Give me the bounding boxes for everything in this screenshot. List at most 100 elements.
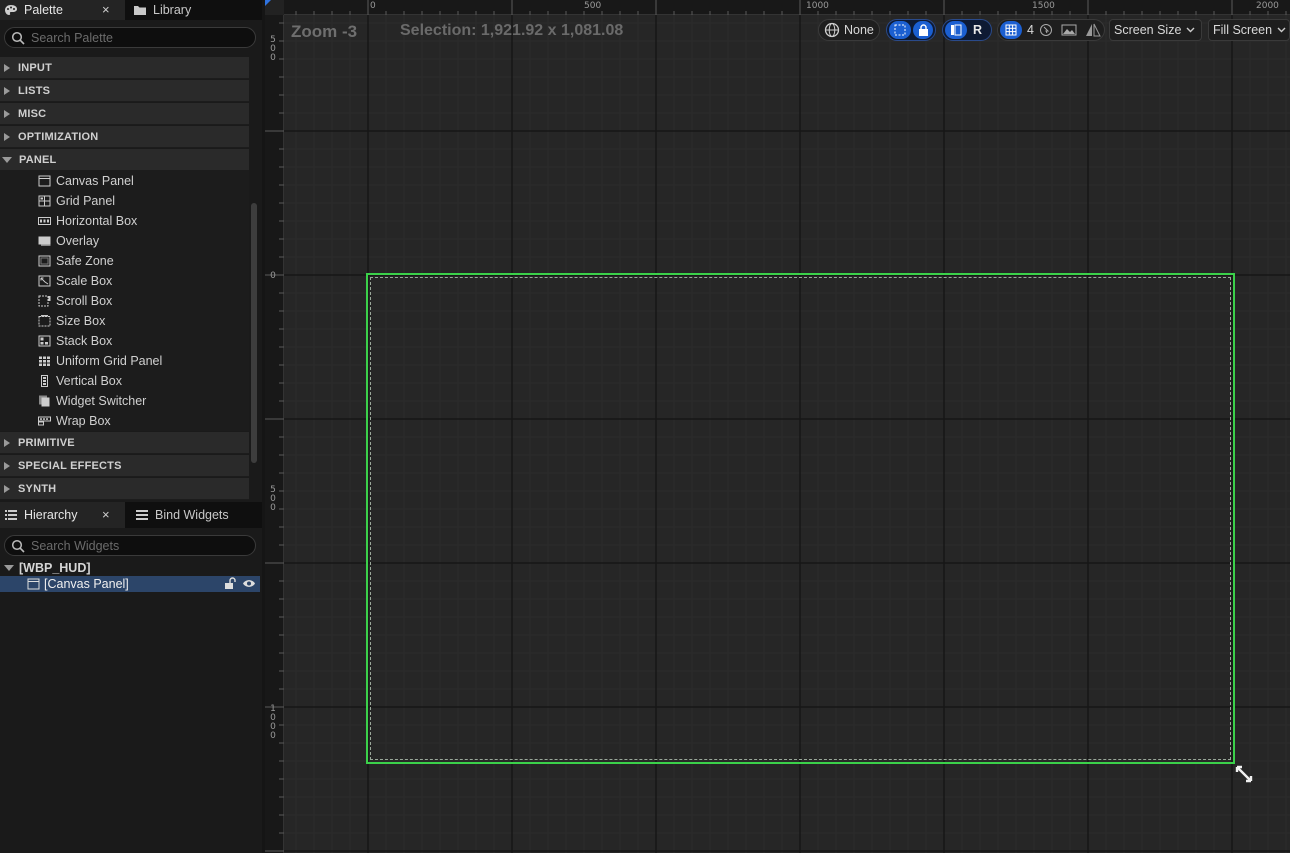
- category-optimization[interactable]: OPTIMIZATION: [0, 126, 249, 148]
- canvas-panel-selection[interactable]: [366, 273, 1235, 764]
- scale-box-icon: [38, 275, 51, 287]
- hierarchy-root-label: [WBP_HUD]: [19, 561, 91, 575]
- screen-size-dropdown[interactable]: Screen Size: [1109, 19, 1202, 41]
- wrap-box-icon: [38, 416, 51, 426]
- resize-handle-icon[interactable]: [1235, 765, 1253, 783]
- r-toggle[interactable]: R: [973, 23, 982, 37]
- category-input[interactable]: INPUT: [0, 57, 249, 79]
- ruler-top-label: 0: [370, 1, 376, 11]
- palette-icon: [5, 5, 17, 15]
- hierarchy-child-label: [Canvas Panel]: [44, 577, 129, 591]
- category-synth[interactable]: SYNTH: [0, 478, 249, 500]
- ruler-top-ticks: [295, 0, 1287, 15]
- grid-snap-group[interactable]: 4: [997, 19, 1105, 41]
- layout-transform-group[interactable]: R: [942, 19, 992, 41]
- ruler-top: 0 500 1000 1500 2000: [284, 0, 1290, 15]
- hierarchy-icon: [5, 510, 17, 520]
- palette-tabbar: Palette × Library: [0, 0, 262, 20]
- ruler-left-label: 0: [270, 271, 276, 281]
- category-panel[interactable]: PANEL: [0, 149, 249, 171]
- chevron-down-icon: [1186, 27, 1195, 33]
- uniform-grid-panel-icon: [39, 356, 50, 366]
- category-special-effects[interactable]: SPECIAL EFFECTS: [0, 455, 249, 477]
- close-icon[interactable]: ×: [102, 2, 110, 17]
- expand-arrow-icon: [4, 461, 10, 470]
- palette-item-wrap-box[interactable]: Wrap Box: [0, 411, 249, 431]
- horizontal-box-icon: [38, 217, 51, 225]
- category-lists[interactable]: LISTS: [0, 80, 249, 102]
- palette-item-grid-panel[interactable]: Grid Panel: [0, 191, 249, 211]
- palette-item-widget-switcher[interactable]: Widget Switcher: [0, 391, 249, 411]
- palette-item-vertical-box[interactable]: Vertical Box: [0, 371, 249, 391]
- palette-search-input[interactable]: [31, 29, 251, 46]
- expand-arrow-icon: [4, 63, 10, 72]
- close-icon[interactable]: ×: [102, 507, 110, 522]
- tab-palette[interactable]: Palette ×: [0, 0, 125, 20]
- palette-item-stack-box[interactable]: Stack Box: [0, 331, 249, 351]
- eye-icon[interactable]: [242, 578, 256, 589]
- canvas-panel-icon: [38, 175, 51, 187]
- ruler-top-label: 500: [584, 1, 602, 11]
- hierarchy-root-row[interactable]: [WBP_HUD]: [0, 560, 260, 576]
- category-misc[interactable]: MISC: [0, 103, 249, 125]
- ruler-top-label: 2000: [1256, 1, 1279, 11]
- tab-library-label: Library: [153, 3, 192, 17]
- selection-lock-group[interactable]: [886, 19, 936, 41]
- ruler-left-label: 500: [270, 35, 276, 63]
- ruler-top-label: 1500: [1032, 1, 1055, 11]
- overlay-icon: [38, 236, 51, 246]
- palette-item-canvas-panel[interactable]: Canvas Panel: [0, 171, 249, 191]
- vertical-box-icon: [41, 375, 48, 387]
- palette-item-scale-box[interactable]: Scale Box: [0, 271, 249, 291]
- scroll-box-icon: [38, 295, 51, 307]
- stack-box-icon: [38, 335, 51, 347]
- palette-search[interactable]: [4, 27, 256, 48]
- palette-item-scroll-box[interactable]: Scroll Box: [0, 291, 249, 311]
- lock-toggle[interactable]: [913, 21, 933, 39]
- safe-zone-icon: [38, 255, 51, 267]
- globe-icon: [824, 22, 840, 38]
- grid-snap-toggle[interactable]: [1000, 21, 1022, 39]
- location-toggle[interactable]: [945, 21, 967, 39]
- expand-arrow-icon: [4, 132, 10, 141]
- zoom-indicator: Zoom -3: [291, 22, 358, 41]
- tab-library[interactable]: Library: [127, 0, 262, 20]
- layout-icon: [951, 24, 962, 36]
- palette-item-horizontal-box[interactable]: Horizontal Box: [0, 211, 249, 231]
- localization-preview-button[interactable]: None: [818, 19, 880, 41]
- search-icon: [11, 31, 25, 45]
- size-box-icon: [38, 315, 51, 327]
- palette-item-uniform-grid-panel[interactable]: Uniform Grid Panel: [0, 351, 249, 371]
- hierarchy-search-input[interactable]: [31, 537, 251, 554]
- dpi-icon[interactable]: [1039, 23, 1053, 37]
- left-panel: Palette × Library INPUT LISTS MISC OPTIM…: [0, 0, 262, 853]
- ruler-left-label: 1000: [270, 704, 276, 741]
- ruler-top-label: 1000: [806, 1, 829, 11]
- grid-icon: [1005, 24, 1017, 36]
- flip-icon[interactable]: [1085, 23, 1101, 37]
- palette-scrollbar[interactable]: [251, 203, 257, 463]
- hierarchy-child-row[interactable]: [Canvas Panel]: [0, 576, 260, 592]
- expand-arrow-icon: [4, 86, 10, 95]
- hierarchy-search[interactable]: [4, 535, 256, 556]
- canvas-panel-icon: [27, 578, 40, 590]
- respect-locks-toggle[interactable]: [889, 21, 911, 39]
- palette-item-safe-zone[interactable]: Safe Zone: [0, 251, 249, 271]
- localization-label: None: [844, 23, 874, 37]
- screen-size-label: Screen Size: [1114, 23, 1182, 37]
- expand-arrow-icon: [4, 109, 10, 118]
- palette-item-size-box[interactable]: Size Box: [0, 311, 249, 331]
- category-primitive[interactable]: PRIMITIVE: [0, 432, 249, 454]
- canvas-panel-bounds: [370, 277, 1231, 760]
- tab-hierarchy[interactable]: Hierarchy ×: [0, 502, 125, 528]
- tab-bind-widgets[interactable]: Bind Widgets: [127, 502, 262, 528]
- unlock-icon[interactable]: [224, 577, 237, 590]
- grid-snap-value[interactable]: 4: [1027, 23, 1034, 37]
- fill-screen-dropdown[interactable]: Fill Screen: [1208, 19, 1290, 41]
- collapse-arrow-icon: [2, 156, 12, 163]
- lock-icon: [918, 24, 928, 36]
- palette-item-overlay[interactable]: Overlay: [0, 231, 249, 251]
- tab-palette-label: Palette: [24, 3, 63, 17]
- image-icon[interactable]: [1061, 24, 1077, 36]
- hierarchy-tabbar: Hierarchy × Bind Widgets: [0, 502, 262, 528]
